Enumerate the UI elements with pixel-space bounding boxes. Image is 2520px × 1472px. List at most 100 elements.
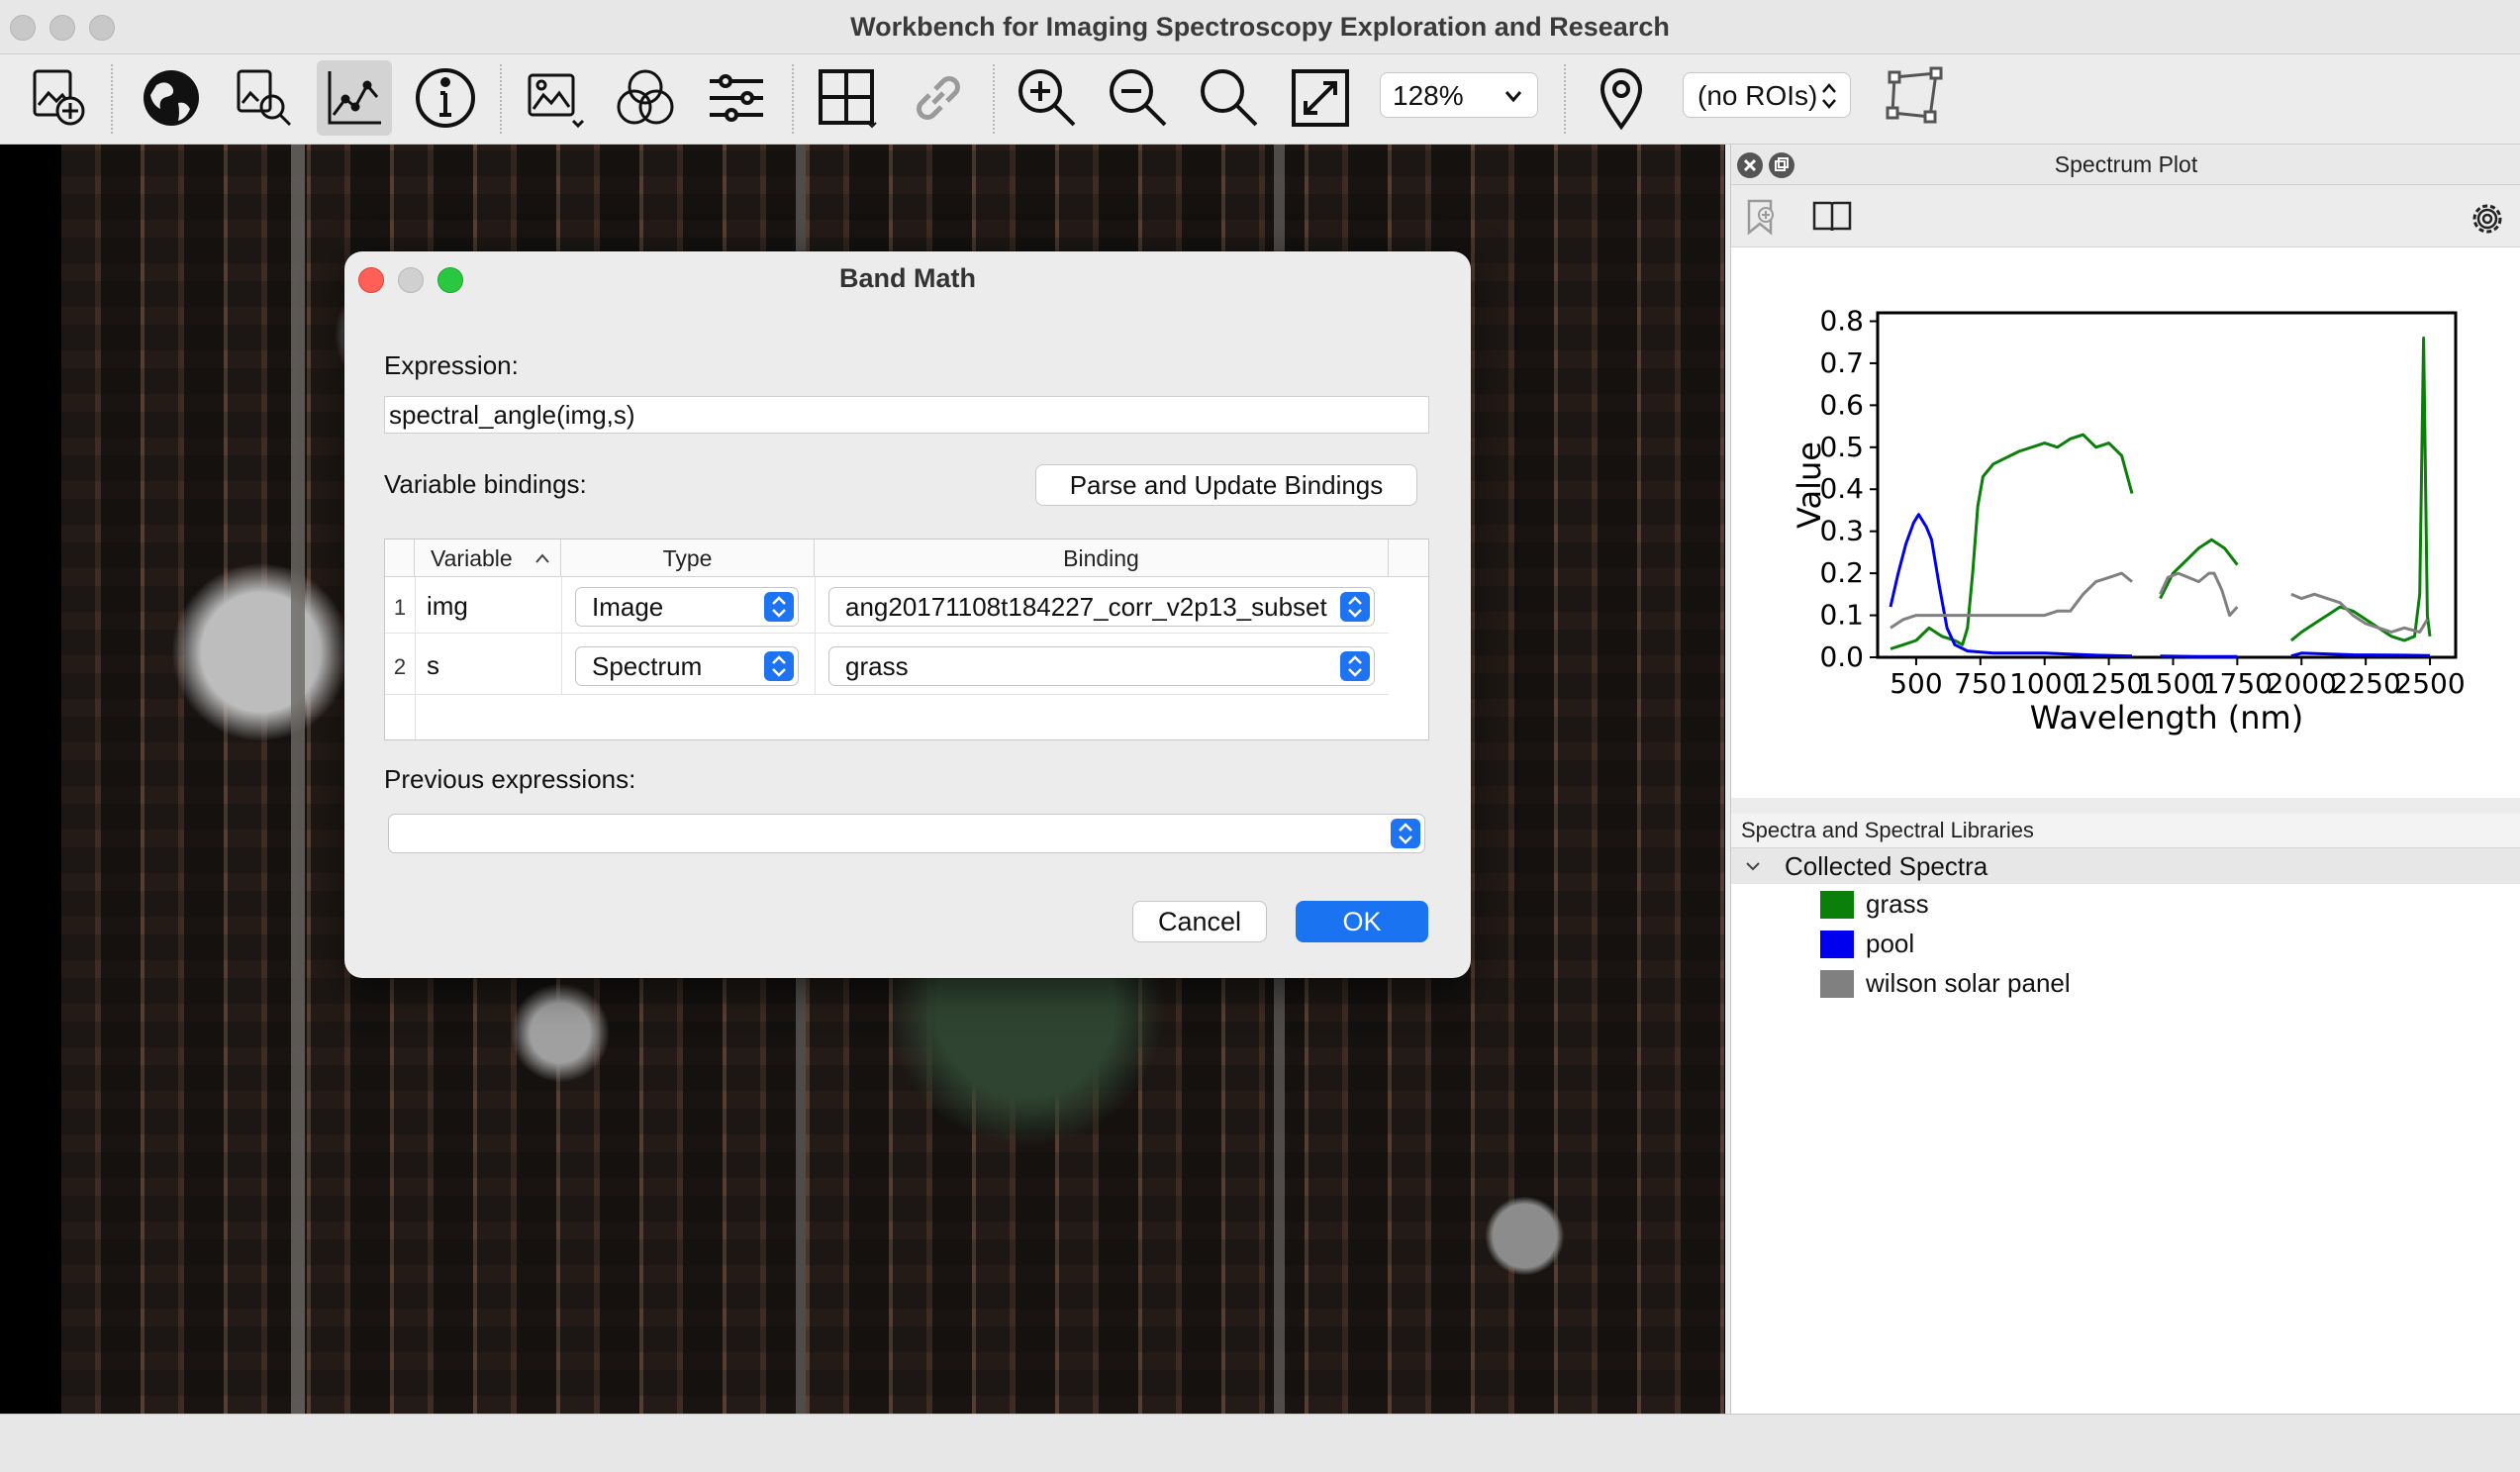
updown-chevron-icon [1340, 592, 1370, 622]
spectrum-panel: Spectrum Plot 0.0 0.1 0.2 0.3 0.4 0.5 0.6 0.7 0.… [1730, 145, 2520, 1414]
spectrum-chart: 0.00.10.20.30.40.50.60.70.8500 750 1000125… [1791, 304, 2466, 736]
library-header: Spectra and Spectral Libraries [1731, 814, 2520, 848]
binding-select-value: ang20171108t184227_corr_v2p13_subset [845, 592, 1327, 622]
color-swatch [1820, 891, 1854, 919]
x-axis-label: Wavelength (nm) [2030, 699, 2303, 736]
updown-chevron-icon [1391, 819, 1420, 848]
type-select[interactable]: Image [575, 587, 799, 627]
grid-layout-icon[interactable] [810, 60, 885, 136]
status-bar [0, 1414, 2520, 1472]
x-tick-label: 1750 [2202, 667, 2273, 700]
color-swatch [1820, 931, 1854, 958]
row-number: 1 [393, 595, 407, 620]
location-pin-icon[interactable] [1584, 60, 1659, 136]
type-select-value: Spectrum [592, 651, 703, 681]
add-dataset-icon[interactable] [20, 60, 95, 136]
row-number: 2 [393, 654, 407, 679]
spectrum-item-label: wilson solar panel [1866, 968, 2071, 998]
bindings-table: Variable Type Binding 1 img Image ang201… [384, 539, 1429, 740]
sort-ascending-icon [535, 553, 549, 563]
band-math-dialog: Band Math Expression: spectral_angle(img… [344, 251, 1471, 978]
zoom-level-select[interactable]: 128% [1380, 72, 1538, 118]
chevron-down-icon [1504, 91, 1522, 103]
column-header-type[interactable]: Type [561, 540, 815, 577]
column-header-variable[interactable]: Variable [415, 540, 561, 577]
zoom-in-icon[interactable] [1010, 60, 1085, 136]
add-spectrum-bookmark-icon[interactable] [1745, 197, 1779, 237]
gear-icon[interactable] [2468, 199, 2507, 239]
previous-expressions-select[interactable] [388, 814, 1425, 853]
x-tick-label: 2250 [2331, 667, 2401, 700]
image-stretch-icon[interactable] [517, 60, 592, 136]
title-bar: Workbench for Imaging Spectroscopy Explo… [0, 0, 2520, 54]
spectrum-item-wilson-solar-panel[interactable]: wilson solar panel [1731, 963, 2520, 1003]
fullscreen-icon[interactable] [1283, 60, 1358, 136]
updown-chevron-icon [1822, 83, 1836, 109]
spectrum-item-label: grass [1866, 889, 1929, 919]
spectrum-plot[interactable]: 0.0 0.1 0.2 0.3 0.4 0.5 0.6 0.7 0.8 500 750 1000 125… [1731, 247, 2520, 798]
binding-select-value: grass [845, 651, 909, 681]
color-bands-icon[interactable] [608, 60, 683, 136]
spectrum-item-pool[interactable]: pool [1731, 924, 2520, 963]
spectrum-item-label: pool [1866, 929, 1915, 958]
binding-select[interactable]: ang20171108t184227_corr_v2p13_subset [828, 587, 1375, 627]
column-header-label: Variable [431, 545, 513, 571]
spectral-library-icon[interactable] [1810, 197, 1854, 235]
plot-frame [1876, 311, 2458, 659]
x-tick-label: 1250 [2074, 667, 2144, 700]
dialog-title: Band Math [839, 263, 976, 293]
y-tick-label: 0.2 [1819, 556, 1864, 589]
group-label: Collected Spectra [1785, 851, 1988, 881]
main-toolbar: 128% (no ROIs) [0, 54, 2520, 145]
type-select[interactable]: Spectrum [575, 646, 799, 686]
panel-splitter[interactable] [1731, 798, 2520, 814]
color-swatch [1820, 970, 1854, 998]
y-tick-label: 0.8 [1819, 304, 1864, 337]
x-tick-label: 2500 [2394, 667, 2465, 700]
x-tick-label: 1000 [2009, 667, 2080, 700]
updown-chevron-icon [764, 592, 794, 622]
variable-cell[interactable]: img [427, 591, 468, 622]
y-tick-label: 0.6 [1819, 388, 1864, 421]
expression-input[interactable]: spectral_angle(img,s) [384, 396, 1429, 434]
expression-label: Expression: [384, 350, 519, 380]
binding-select[interactable]: grass [828, 646, 1375, 686]
variable-cell[interactable]: s [427, 650, 439, 681]
spectral-library-panel: Spectra and Spectral Libraries Collected… [1731, 814, 2520, 1414]
cancel-button[interactable]: Cancel [1132, 901, 1267, 942]
zoom-fit-icon[interactable] [1192, 60, 1267, 136]
ok-button[interactable]: OK [1296, 901, 1428, 942]
spectrum-panel-title: Spectrum Plot [2054, 151, 2198, 177]
app-title: Workbench for Imaging Spectroscopy Explo… [850, 12, 1670, 42]
globe-icon[interactable] [134, 60, 209, 136]
x-tick-label: 2000 [2267, 667, 2337, 700]
collected-spectra-group[interactable]: Collected Spectra [1731, 848, 2520, 884]
y-tick-label: 0.1 [1819, 599, 1864, 632]
sliders-icon[interactable] [699, 60, 774, 136]
spectrum-panel-header: Spectrum Plot [1731, 145, 2520, 185]
updown-chevron-icon [1340, 651, 1370, 681]
row-number-header [385, 540, 415, 577]
x-tick-label: 500 [1890, 667, 1942, 700]
spectrum-plot-icon[interactable] [317, 60, 392, 136]
link-icon[interactable] [901, 60, 976, 136]
y-tick-label: 0.0 [1819, 640, 1864, 673]
bindings-label: Variable bindings: [384, 469, 587, 499]
info-icon[interactable] [408, 60, 483, 136]
y-axis-label: Value [1791, 442, 1828, 529]
column-header-binding[interactable]: Binding [815, 540, 1389, 577]
x-tick-label: 1500 [2138, 667, 2208, 700]
zoom-search-icon[interactable] [226, 60, 301, 136]
previous-expressions-label: Previous expressions: [384, 764, 636, 794]
roi-select[interactable]: (no ROIs) [1683, 72, 1851, 118]
series-line-pool [2160, 654, 2238, 658]
zoom-out-icon[interactable] [1101, 60, 1176, 136]
polygon-roi-icon[interactable] [1878, 60, 1953, 136]
y-tick-label: 0.7 [1819, 346, 1864, 379]
parse-bindings-button[interactable]: Parse and Update Bindings [1035, 464, 1417, 506]
updown-chevron-icon [764, 651, 794, 681]
spectrum-item-grass[interactable]: grass [1731, 884, 2520, 924]
type-select-value: Image [592, 592, 664, 622]
x-tick-label: 750 [1954, 667, 2006, 700]
spectrum-panel-toolbar [1731, 185, 2520, 247]
